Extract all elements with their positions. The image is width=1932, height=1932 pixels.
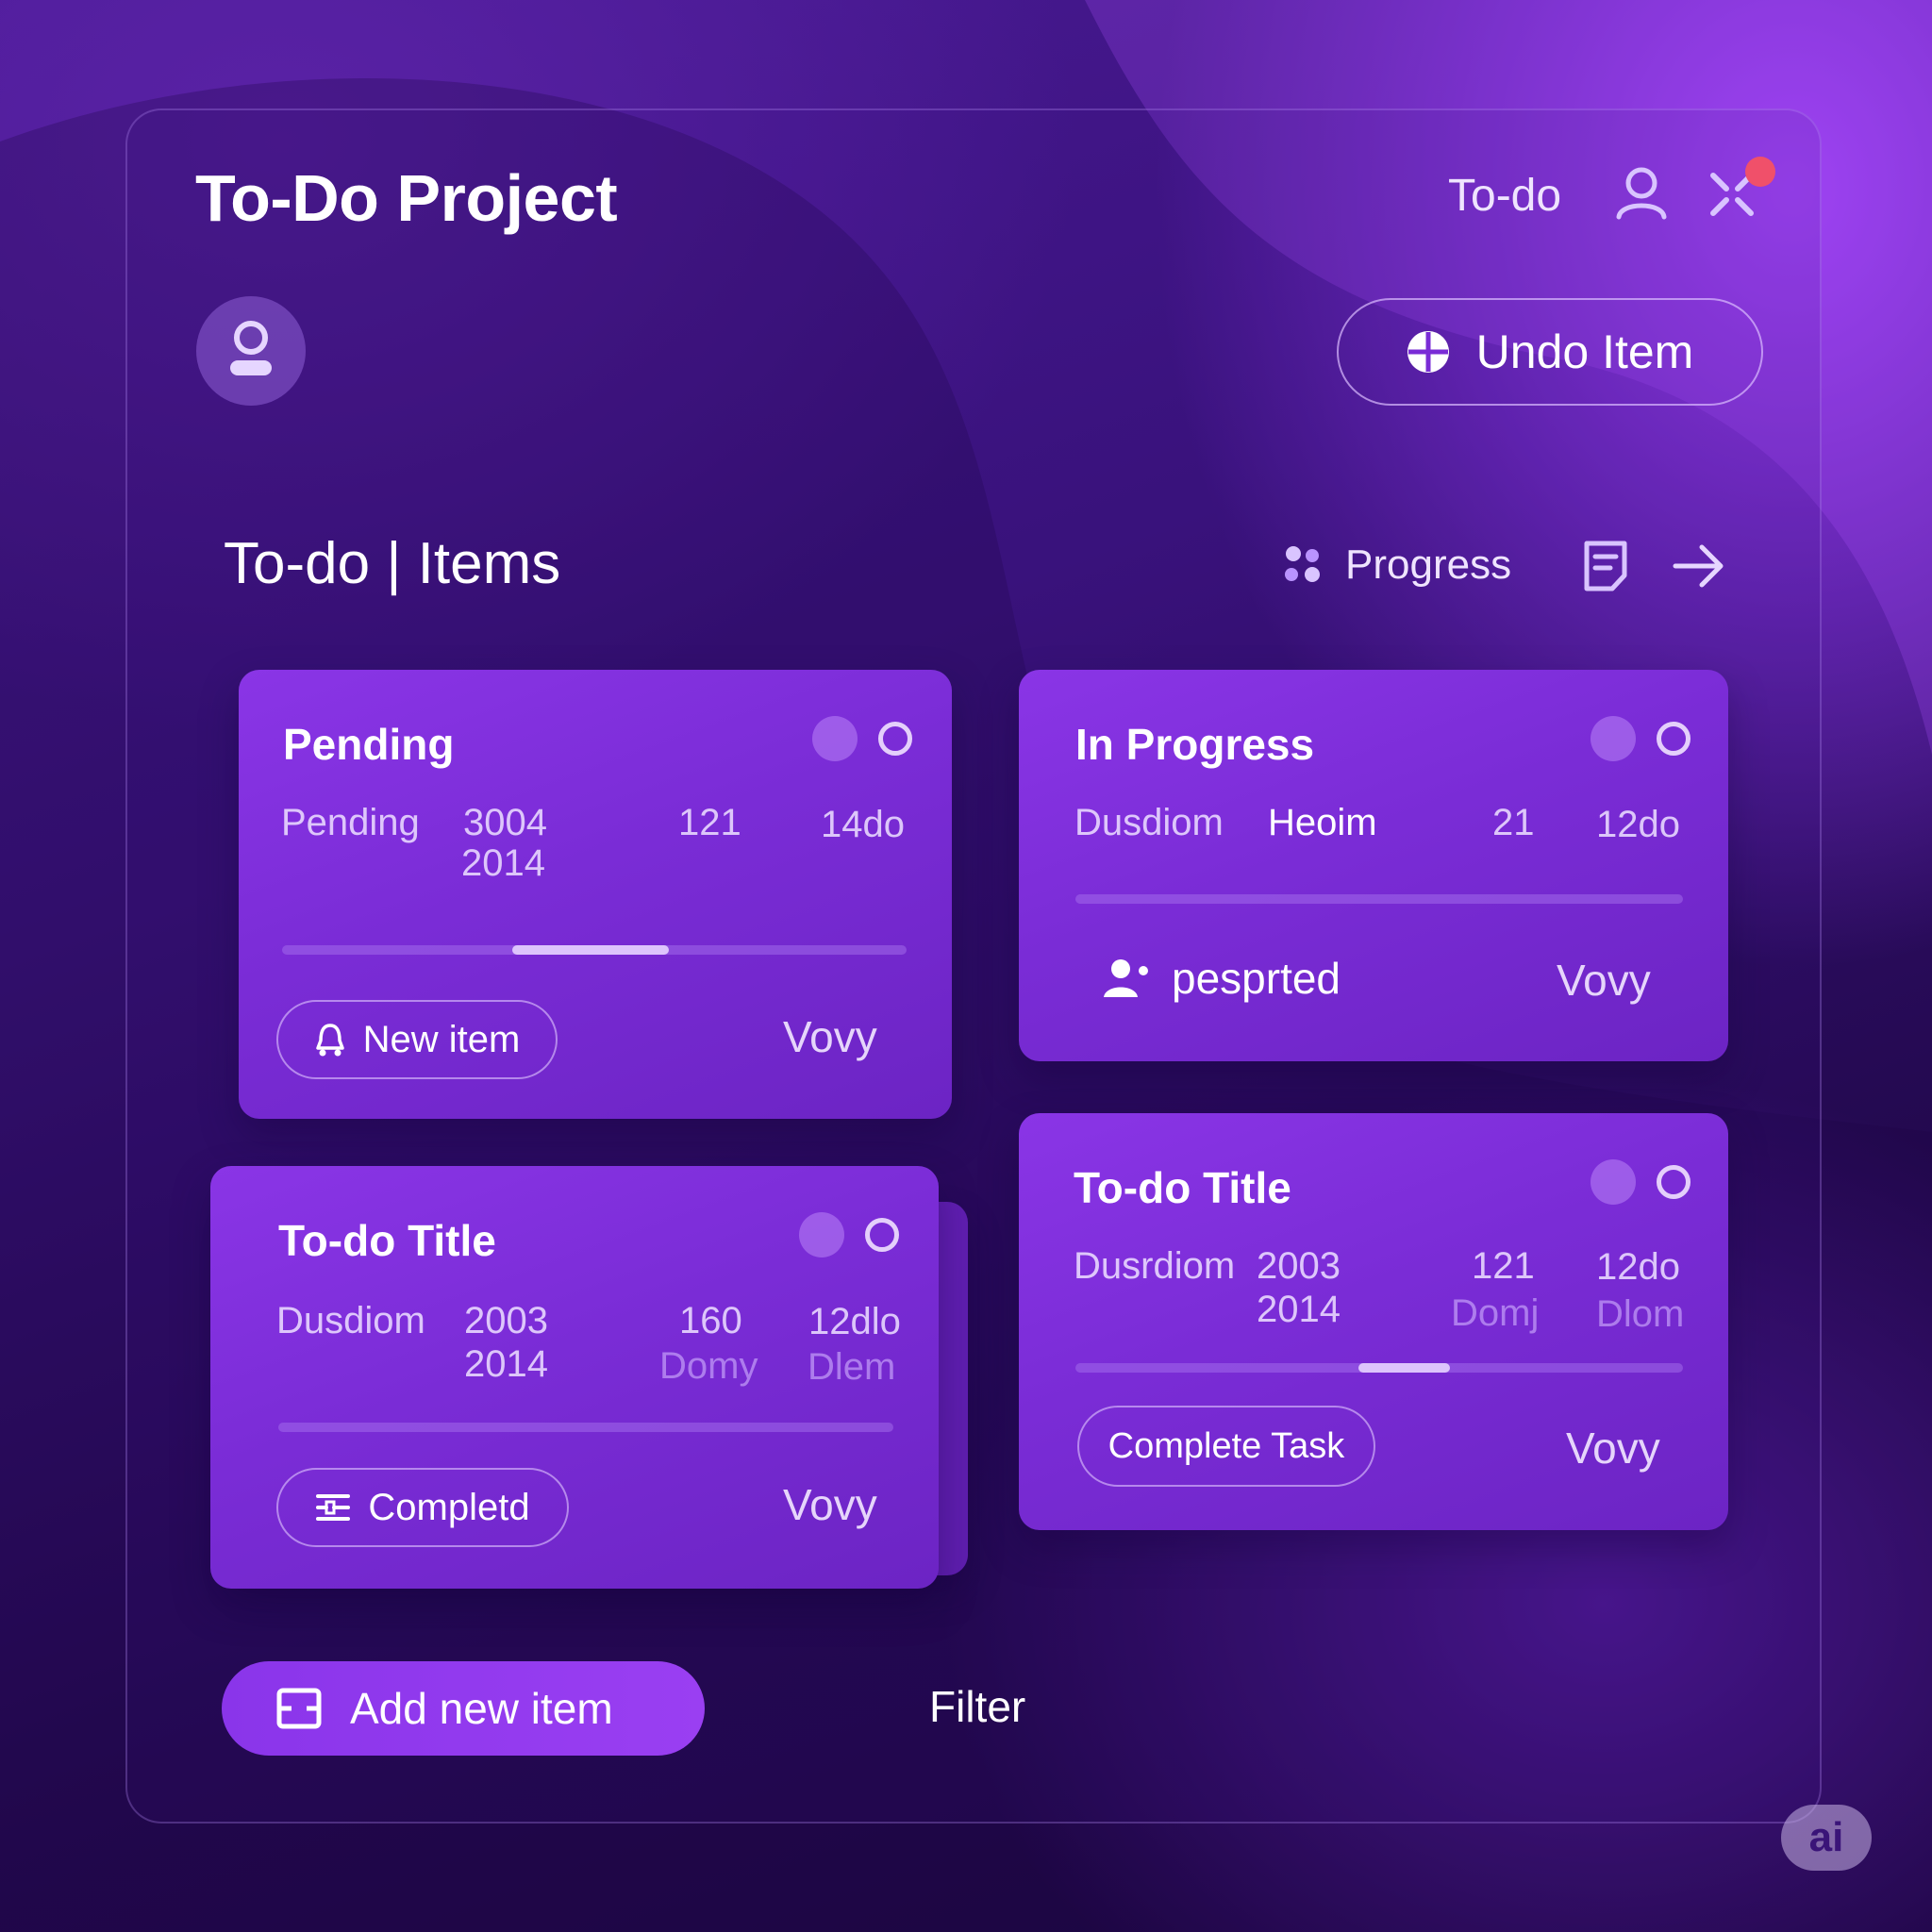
- progress-fill: [1358, 1363, 1450, 1373]
- cell-label: Dusdiom: [276, 1300, 425, 1341]
- cell-owner: Heoim: [1268, 802, 1377, 843]
- cell-count: 121: [678, 802, 741, 843]
- cell-sub: Domj: [1451, 1292, 1540, 1334]
- people-icon: [1104, 959, 1148, 997]
- progress-track: [278, 1423, 893, 1432]
- card-title: Pending: [283, 720, 455, 769]
- cell-label: Dusdiom: [1074, 802, 1224, 843]
- cell-label: Dusrdiom: [1074, 1245, 1236, 1287]
- avatar-icon: [230, 321, 272, 375]
- cell-count: 160: [679, 1300, 742, 1341]
- cell-value: 2003: [1257, 1245, 1341, 1287]
- cell-value: 2003: [464, 1300, 548, 1341]
- arrow-right-icon[interactable]: [1672, 540, 1726, 592]
- ring-icon[interactable]: [1657, 722, 1690, 756]
- cell-status: Pending: [281, 802, 420, 843]
- face-icon[interactable]: [1591, 1159, 1636, 1205]
- cell-year: 2014: [461, 842, 545, 884]
- cell-due: 12do: [1596, 804, 1680, 845]
- cell-count: 21: [1492, 802, 1535, 843]
- card-todo-right[interactable]: To-do Title Dusrdiom 2003 2014 121 Domj …: [1019, 1113, 1728, 1530]
- undo-item-button[interactable]: Undo Item: [1337, 298, 1763, 406]
- card-todo-left[interactable]: To-do Title Dusdiom 2003 2014 160 Domy 1…: [210, 1166, 939, 1589]
- app-title: To-Do Project: [195, 161, 618, 235]
- card-pending[interactable]: Pending Pending 3004 2014 121 14do New i…: [239, 670, 952, 1119]
- cell-due: 14do: [821, 804, 905, 845]
- card-in-progress[interactable]: In Progress Dusdiom Heoim 21 12do pesprt…: [1019, 670, 1728, 1061]
- cell-due-sub: Dlom: [1596, 1293, 1685, 1335]
- assignee[interactable]: pesprted: [1104, 953, 1341, 1004]
- filter-link[interactable]: Filter: [929, 1681, 1025, 1732]
- card-title: In Progress: [1075, 720, 1315, 769]
- progress-track: [1075, 1363, 1683, 1373]
- card-footer-right: Vovy: [1566, 1424, 1660, 1473]
- cell-count: 121: [1472, 1245, 1535, 1287]
- progress-fill: [512, 945, 669, 955]
- cell-due: 12dlo: [808, 1301, 901, 1342]
- bell-icon: [315, 1024, 344, 1057]
- plus-circle-icon: [1407, 331, 1449, 373]
- inbox-icon: [276, 1688, 322, 1729]
- avatar[interactable]: [196, 296, 306, 406]
- section-title: To-do | Items: [224, 531, 561, 596]
- new-item-label: New item: [362, 1018, 521, 1060]
- ring-icon[interactable]: [865, 1218, 899, 1252]
- card-footer-right: Vovy: [1557, 956, 1651, 1005]
- card-title: To-do Title: [1074, 1163, 1291, 1212]
- face-icon[interactable]: [799, 1212, 844, 1257]
- notification-dot: [1745, 157, 1775, 187]
- card-title: To-do Title: [278, 1216, 496, 1265]
- cell-year: 2014: [464, 1343, 548, 1385]
- add-new-item-button[interactable]: Add new item: [222, 1661, 705, 1756]
- face-icon[interactable]: [812, 716, 858, 761]
- cell-due-sub: Dlem: [808, 1346, 896, 1388]
- cell-year: 2014: [1257, 1289, 1341, 1330]
- cell-value: 3004: [463, 802, 547, 843]
- complete-task-button[interactable]: Complete Task: [1077, 1406, 1375, 1487]
- cell-due: 12do: [1596, 1246, 1680, 1288]
- progress-label: Progress: [1345, 541, 1512, 588]
- list-icon: [316, 1494, 351, 1521]
- top-nav-todo[interactable]: To-do: [1448, 170, 1561, 222]
- complete-task-label: Complete Task: [1108, 1425, 1345, 1466]
- progress-link[interactable]: Progress: [1281, 541, 1511, 589]
- card-footer-right: Vovy: [783, 1012, 877, 1061]
- document-icon[interactable]: [1582, 540, 1629, 592]
- progress-track: [282, 945, 907, 955]
- cell-sub: Domy: [659, 1345, 758, 1387]
- ring-icon[interactable]: [1657, 1165, 1690, 1199]
- completed-label: Completd: [368, 1486, 530, 1528]
- dots-icon: [1285, 546, 1320, 582]
- ring-icon[interactable]: [878, 722, 912, 756]
- new-item-button[interactable]: New item: [276, 1000, 558, 1079]
- card-footer-right: Vovy: [783, 1480, 877, 1529]
- add-new-item-label: Add new item: [350, 1684, 613, 1733]
- ai-badge: ai: [1781, 1805, 1872, 1871]
- progress-track: [1075, 894, 1683, 904]
- face-icon[interactable]: [1591, 716, 1636, 761]
- undo-item-label: Undo Item: [1475, 325, 1694, 378]
- assignee-label: pesprted: [1172, 954, 1341, 1003]
- completed-button[interactable]: Completd: [276, 1468, 569, 1547]
- user-icon[interactable]: [1611, 162, 1672, 223]
